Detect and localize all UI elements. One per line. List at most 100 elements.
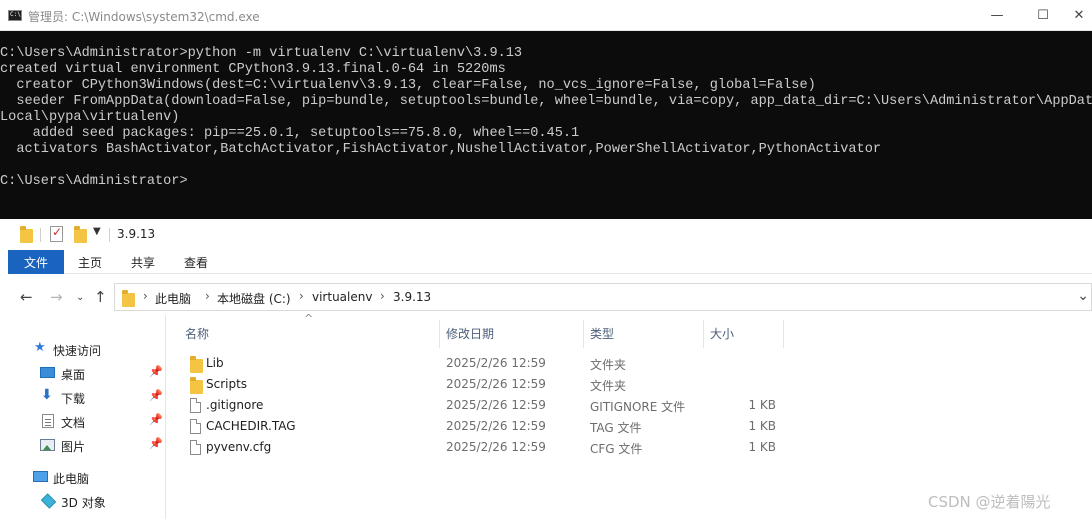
pin-icon[interactable]: 📌	[149, 437, 163, 450]
navigation-bar: ← → ⌄ ↑ › 此电脑 › 本地磁盘 (C:) › virtualenv ›…	[8, 283, 1092, 313]
chevron-down-icon[interactable]: ▼	[93, 226, 101, 237]
star-icon: ★	[34, 340, 46, 355]
file-size: 1 KB	[748, 440, 776, 454]
document-icon	[42, 414, 54, 428]
ribbon-tabs: 文件 主页 共享 查看	[8, 250, 1092, 274]
file-icon	[190, 398, 201, 413]
file-row-cachedir[interactable]: CACHEDIR.TAG 2025/2/26 12:59 TAG 文件 1 KB	[168, 416, 1092, 437]
nav-item-documents[interactable]: 文档 📌	[8, 411, 166, 431]
nav-label: 快速访问	[53, 344, 102, 358]
quick-access-toolbar: ▼ 3.9.13	[8, 219, 1092, 249]
file-date: 2025/2/26 12:59	[446, 398, 546, 412]
forward-arrow-icon[interactable]: →	[50, 288, 63, 306]
recent-locations-chevron-icon[interactable]: ⌄	[76, 292, 84, 303]
column-header-date[interactable]: 修改日期	[446, 325, 494, 342]
console-line: creator CPython3Windows(dest=C:\virtuale…	[0, 78, 816, 93]
back-arrow-icon[interactable]: ←	[20, 288, 33, 306]
file-row-gitignore[interactable]: .gitignore 2025/2/26 12:59 GITIGNORE 文件 …	[168, 395, 1092, 416]
file-type: 文件夹	[590, 379, 627, 393]
console-prompt: C:\Users\Administrator>	[0, 174, 188, 189]
file-size: 1 KB	[748, 419, 776, 433]
file-type: CFG 文件	[590, 442, 643, 456]
desktop-icon	[40, 367, 55, 378]
file-row-lib[interactable]: Lib 2025/2/26 12:59 文件夹	[168, 353, 1092, 374]
file-name: pyvenv.cfg	[206, 440, 272, 454]
file-date: 2025/2/26 12:59	[446, 440, 546, 454]
column-header-type[interactable]: 类型	[590, 325, 614, 342]
nav-label: 此电脑	[53, 472, 90, 486]
nav-quick-access[interactable]: ★ 快速访问	[8, 339, 166, 359]
breadcrumb-chevron-icon[interactable]: ›	[299, 289, 304, 303]
toolbar-divider	[40, 228, 41, 242]
pin-icon[interactable]: 📌	[149, 413, 163, 426]
breadcrumb-local-disk[interactable]: 本地磁盘 (C:)	[217, 290, 291, 307]
minimize-button[interactable]: —	[974, 0, 1020, 31]
column-divider[interactable]	[583, 320, 584, 348]
tab-view[interactable]: 查看	[184, 254, 208, 271]
download-icon: ⬇	[41, 387, 53, 403]
breadcrumb-current-folder[interactable]: 3.9.13	[393, 290, 431, 304]
console-line: activators BashActivator,BatchActivator,…	[0, 142, 882, 157]
column-divider[interactable]	[703, 320, 704, 348]
nav-item-pictures[interactable]: 图片 📌	[8, 435, 166, 455]
cube-icon	[40, 493, 57, 509]
nav-label: 桌面	[61, 368, 86, 382]
folder-icon	[190, 377, 203, 394]
chevron-down-icon[interactable]: ⌄	[1077, 288, 1089, 304]
properties-icon[interactable]	[50, 225, 63, 242]
file-date: 2025/2/26 12:59	[446, 419, 546, 433]
nav-item-downloads[interactable]: ⬇ 下载 📌	[8, 387, 166, 407]
breadcrumb-this-pc[interactable]: 此电脑	[155, 290, 191, 307]
watermark: CSDN @逆着陽光	[928, 493, 1051, 511]
file-type: GITIGNORE 文件	[590, 400, 686, 414]
nav-item-3d-objects[interactable]: 3D 对象	[8, 491, 166, 511]
file-type: TAG 文件	[590, 421, 642, 435]
console-output[interactable]: C:\Users\Administrator>python -m virtual…	[0, 46, 1092, 190]
pictures-icon	[40, 439, 55, 451]
folder-icon	[20, 226, 33, 243]
explorer-window: ▼ 3.9.13 文件 主页 共享 查看 ← → ⌄ ↑ › 此电脑 › 本地磁…	[8, 219, 1092, 519]
nav-item-this-pc[interactable]: 此电脑	[8, 467, 166, 487]
tab-file[interactable]: 文件	[8, 250, 64, 274]
file-list: ^ 名称 修改日期 类型 大小 Lib 2025/2/26 12:59 文件夹 …	[168, 312, 1092, 519]
file-name: Scripts	[206, 377, 248, 391]
cmd-titlebar[interactable]: 管理员: C:\Windows\system32\cmd.exe — ☐ ✕	[0, 0, 1092, 31]
file-row-pyvenv[interactable]: pyvenv.cfg 2025/2/26 12:59 CFG 文件 1 KB	[168, 437, 1092, 458]
tab-share[interactable]: 共享	[131, 254, 155, 271]
folder-icon	[190, 356, 203, 373]
console-line: C:\Users\Administrator>python -m virtual…	[0, 46, 523, 61]
folder-icon	[122, 290, 135, 307]
nav-label: 3D 对象	[61, 496, 106, 510]
file-name: .gitignore	[206, 398, 264, 412]
pin-icon[interactable]: 📌	[149, 389, 163, 402]
breadcrumb-virtualenv[interactable]: virtualenv	[312, 290, 372, 304]
file-row-scripts[interactable]: Scripts 2025/2/26 12:59 文件夹	[168, 374, 1092, 395]
console-line: created virtual environment CPython3.9.1…	[0, 62, 506, 77]
breadcrumb-chevron-icon[interactable]: ›	[205, 289, 210, 303]
nav-label: 下载	[61, 392, 86, 406]
column-header-size[interactable]: 大小	[710, 325, 734, 342]
column-divider[interactable]	[783, 320, 784, 348]
cmd-window: 管理员: C:\Windows\system32\cmd.exe — ☐ ✕ C…	[0, 0, 1092, 219]
up-arrow-icon[interactable]: ↑	[94, 288, 107, 306]
maximize-button[interactable]: ☐	[1020, 0, 1066, 31]
new-folder-icon[interactable]	[74, 226, 87, 243]
nav-label: 图片	[61, 440, 86, 454]
close-button[interactable]: ✕	[1066, 0, 1092, 31]
breadcrumb-chevron-icon[interactable]: ›	[143, 289, 148, 303]
toolbar-divider	[109, 228, 110, 242]
column-divider[interactable]	[439, 320, 440, 348]
address-bar[interactable]: › 此电脑 › 本地磁盘 (C:) › virtualenv › 3.9.13 …	[114, 283, 1092, 311]
explorer-window-title: 3.9.13	[117, 227, 156, 241]
pin-icon[interactable]: 📌	[149, 365, 163, 378]
file-date: 2025/2/26 12:59	[446, 356, 546, 370]
nav-item-desktop[interactable]: 桌面 📌	[8, 363, 166, 383]
breadcrumb-chevron-icon[interactable]: ›	[380, 289, 385, 303]
tab-home[interactable]: 主页	[78, 254, 102, 271]
file-icon	[190, 440, 201, 455]
cmd-window-title: 管理员: C:\Windows\system32\cmd.exe	[28, 10, 260, 24]
file-date: 2025/2/26 12:59	[446, 377, 546, 391]
column-header-name[interactable]: 名称	[185, 325, 209, 342]
file-name: Lib	[206, 356, 224, 370]
